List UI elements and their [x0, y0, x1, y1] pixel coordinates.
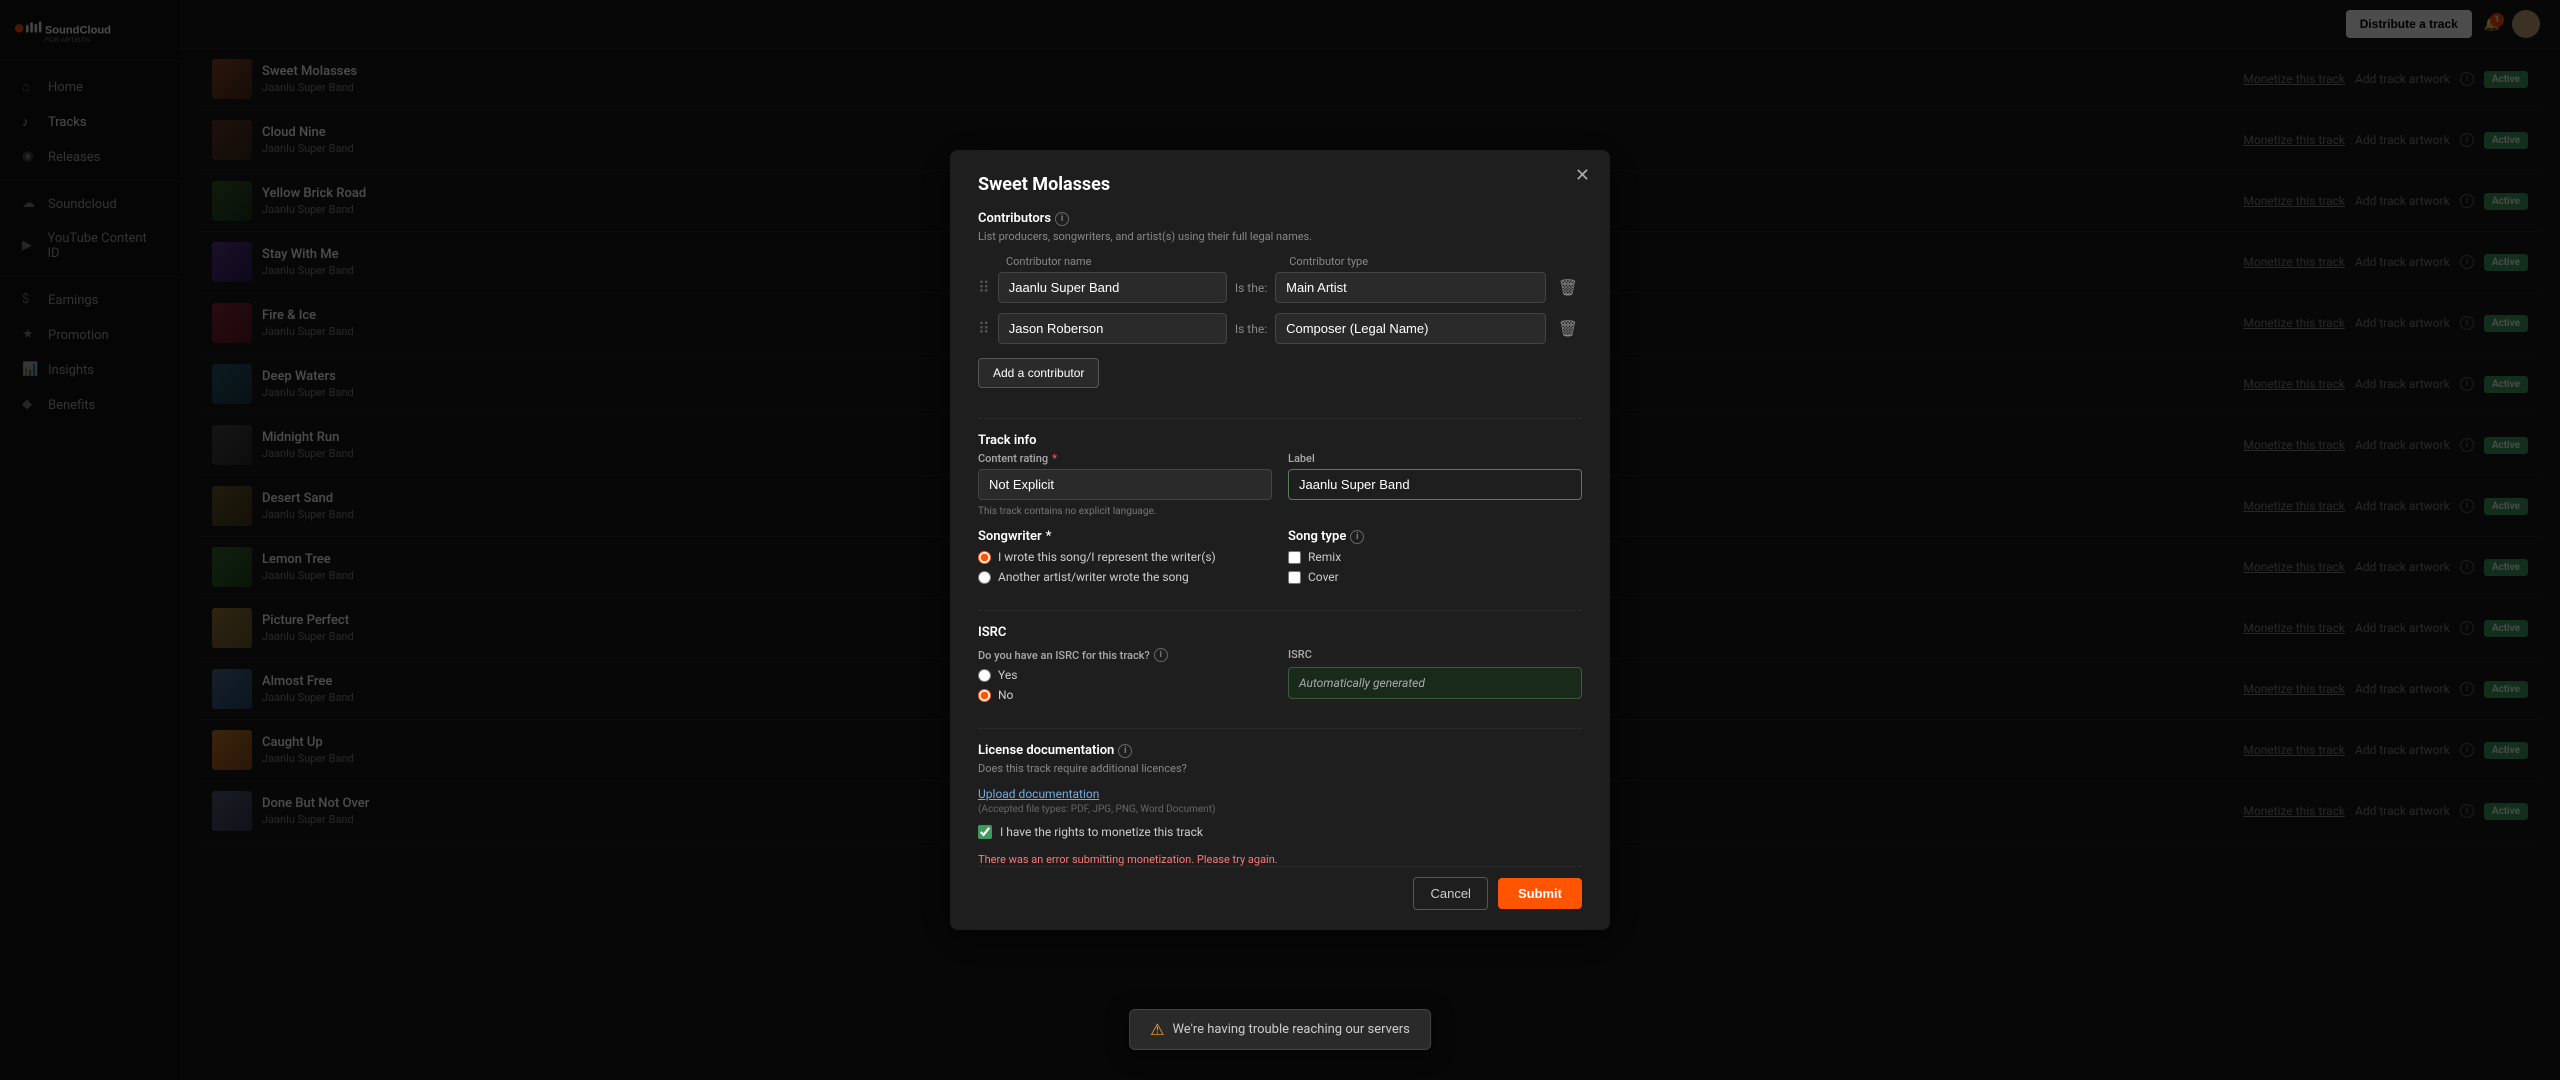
is-the-label-1: Is the:: [1235, 281, 1267, 295]
content-rating-group: Content rating * Not Explicit Explicit C…: [978, 452, 1272, 517]
song-type-cover[interactable]: Cover: [1288, 570, 1582, 584]
drag-handle-1[interactable]: ⠿: [978, 278, 990, 297]
song-type-info-icon[interactable]: i: [1350, 530, 1364, 544]
contributor-type-header: Contributor type: [1289, 255, 1550, 268]
contributors-info-icon[interactable]: i: [1055, 212, 1069, 226]
modal-footer: Cancel Submit: [978, 866, 1582, 910]
license-divider: [978, 728, 1582, 729]
contributor-type-select-1[interactable]: Main Artist Featuring Artist Composer (L…: [1275, 272, 1546, 303]
songwriter-radio-wrote[interactable]: [978, 551, 991, 564]
delete-contributor-button-1[interactable]: 🗑: [1554, 278, 1582, 298]
rights-row: I have the rights to monetize this track: [978, 825, 1582, 839]
isrc-info-icon[interactable]: i: [1154, 648, 1168, 662]
modal-close-button[interactable]: ✕: [1575, 166, 1590, 184]
song-type-group: Song type i Remix Cover: [1288, 529, 1582, 596]
contributor-headers: Contributor name Contributor type: [978, 255, 1582, 268]
contributors-section-title: Contributors i: [978, 211, 1582, 226]
label-input[interactable]: [1288, 469, 1582, 500]
isrc-question-label: Do you have an ISRC for this track? i: [978, 648, 1272, 662]
songwriter-songtype-fields: Songwriter * I wrote this song/I represe…: [978, 529, 1582, 596]
content-rating-select[interactable]: Not Explicit Explicit Clean: [978, 469, 1272, 500]
add-contributor-button[interactable]: Add a contributor: [978, 358, 1099, 388]
songwriter-radio-another[interactable]: [978, 571, 991, 584]
required-marker: *: [1052, 452, 1057, 465]
license-info-icon[interactable]: i: [1118, 744, 1132, 758]
contributor-name-header: Contributor name: [1006, 255, 1223, 268]
file-types-note: (Accepted file types: PDF, JPG, PNG, Wor…: [978, 804, 1582, 815]
songwriter-group: Songwriter * I wrote this song/I represe…: [978, 529, 1272, 596]
error-message: There was an error submitting monetizati…: [978, 853, 1582, 866]
license-section-title: License documentation i: [978, 743, 1582, 758]
isrc-display: Automatically generated: [1288, 667, 1582, 699]
isrc-value-group: ISRC Automatically generated: [1288, 648, 1582, 714]
isrc-value-label: ISRC: [1288, 648, 1582, 661]
track-info-fields: Content rating * Not Explicit Explicit C…: [978, 452, 1582, 517]
is-the-label-2: Is the:: [1235, 322, 1267, 336]
submit-button[interactable]: Submit: [1498, 878, 1582, 909]
content-rating-label: Content rating *: [978, 452, 1272, 465]
isrc-section-title: ISRC: [978, 625, 1582, 640]
contributor-row-1: ⠿ Is the: Main Artist Featuring Artist C…: [978, 272, 1582, 303]
upload-documentation-link[interactable]: Upload documentation: [978, 787, 1099, 801]
track-info-section-title: Track info: [978, 433, 1582, 448]
drag-handle-2[interactable]: ⠿: [978, 319, 990, 338]
toast-notification: ⚠ We're having trouble reaching our serv…: [1129, 1009, 1431, 1050]
songwriter-required: *: [1046, 529, 1052, 544]
isrc-radio-yes[interactable]: [978, 669, 991, 682]
toast-message: We're having trouble reaching our server…: [1172, 1022, 1409, 1037]
isrc-divider: [978, 610, 1582, 611]
isrc-question-group: Do you have an ISRC for this track? i Ye…: [978, 648, 1272, 714]
rights-checkbox[interactable]: [978, 825, 992, 839]
label-group: Label: [1288, 452, 1582, 517]
monetize-modal: ✕ Sweet Molasses Contributors i List pro…: [950, 150, 1610, 930]
isrc-fields: Do you have an ISRC for this track? i Ye…: [978, 648, 1582, 714]
isrc-option-yes[interactable]: Yes: [978, 668, 1272, 682]
license-description: Does this track require additional licen…: [978, 762, 1582, 775]
label-field-label: Label: [1288, 452, 1582, 465]
songwriter-option-another[interactable]: Another artist/writer wrote the song: [978, 570, 1272, 584]
track-info-divider: [978, 418, 1582, 419]
delete-contributor-button-2[interactable]: 🗑: [1554, 319, 1582, 339]
modal-title: Sweet Molasses: [978, 174, 1582, 195]
cancel-button[interactable]: Cancel: [1413, 877, 1487, 910]
song-type-remix-checkbox[interactable]: [1288, 551, 1301, 564]
song-type-remix[interactable]: Remix: [1288, 550, 1582, 564]
songwriter-option-wrote[interactable]: I wrote this song/I represent the writer…: [978, 550, 1272, 564]
song-type-checkbox-group: Remix Cover: [1288, 550, 1582, 584]
isrc-radio-group: Yes No: [978, 668, 1272, 702]
songwriter-radio-group: I wrote this song/I represent the writer…: [978, 550, 1272, 584]
contributors-description: List producers, songwriters, and artist(…: [978, 230, 1582, 243]
license-upload-group: Upload documentation (Accepted file type…: [978, 787, 1582, 815]
song-type-cover-checkbox[interactable]: [1288, 571, 1301, 584]
contributor-type-select-2[interactable]: Main Artist Featuring Artist Composer (L…: [1275, 313, 1546, 344]
contributor-name-input-2[interactable]: [998, 313, 1227, 344]
contributor-row-2: ⠿ Is the: Main Artist Featuring Artist C…: [978, 313, 1582, 344]
isrc-radio-no[interactable]: [978, 689, 991, 702]
contributor-name-input-1[interactable]: [998, 272, 1227, 303]
modal-overlay[interactable]: ✕ Sweet Molasses Contributors i List pro…: [0, 0, 2560, 1080]
content-rating-note: This track contains no explicit language…: [978, 506, 1272, 517]
song-type-section-title: Song type i: [1288, 529, 1582, 544]
songwriter-section-title: Songwriter *: [978, 529, 1272, 544]
toast-icon: ⚠: [1150, 1020, 1164, 1039]
isrc-option-no[interactable]: No: [978, 688, 1272, 702]
rights-label: I have the rights to monetize this track: [1000, 825, 1203, 839]
